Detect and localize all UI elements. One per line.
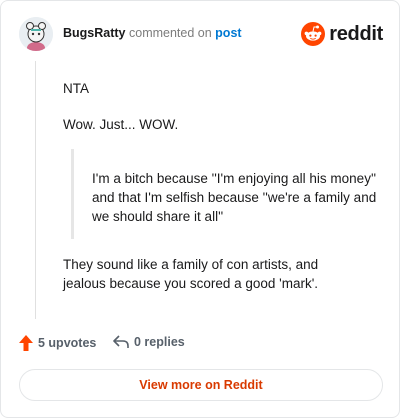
upvote-arrow-icon — [19, 335, 33, 351]
comment-header: BugsRatty commented on post reddit — [19, 17, 383, 51]
reply-count: 0 replies — [134, 335, 185, 349]
reply-icon — [113, 335, 129, 348]
view-more-button[interactable]: View more on Reddit — [19, 369, 383, 401]
thread-line — [35, 61, 36, 319]
upvote-count: 5 upvotes — [38, 336, 97, 350]
byline-action-text: commented on — [129, 26, 212, 40]
replies-button[interactable]: 0 replies — [113, 335, 185, 349]
avatar[interactable] — [19, 17, 53, 51]
reddit-wordmark: reddit — [329, 22, 383, 45]
blockquote-text: I'm a bitch because ''I'm enjoying all h… — [92, 171, 377, 224]
post-link[interactable]: post — [215, 26, 241, 40]
comment-paragraph-2: Wow. Just... WOW. — [63, 117, 179, 132]
comment-embed-card: BugsRatty commented on post reddit NTA W… — [0, 0, 400, 418]
comment-paragraph-3: They sound like a family of con artists,… — [63, 257, 319, 291]
reddit-logo[interactable]: reddit — [301, 19, 383, 49]
comment-paragraph-1: NTA — [63, 81, 89, 96]
blockquote: I'm a bitch because ''I'm enjoying all h… — [71, 149, 377, 239]
reddit-logo-icon — [301, 22, 326, 46]
upvote-button[interactable]: 5 upvotes — [19, 335, 96, 351]
comment-byline: BugsRatty commented on post — [63, 26, 242, 40]
author-name[interactable]: BugsRatty — [63, 26, 126, 40]
